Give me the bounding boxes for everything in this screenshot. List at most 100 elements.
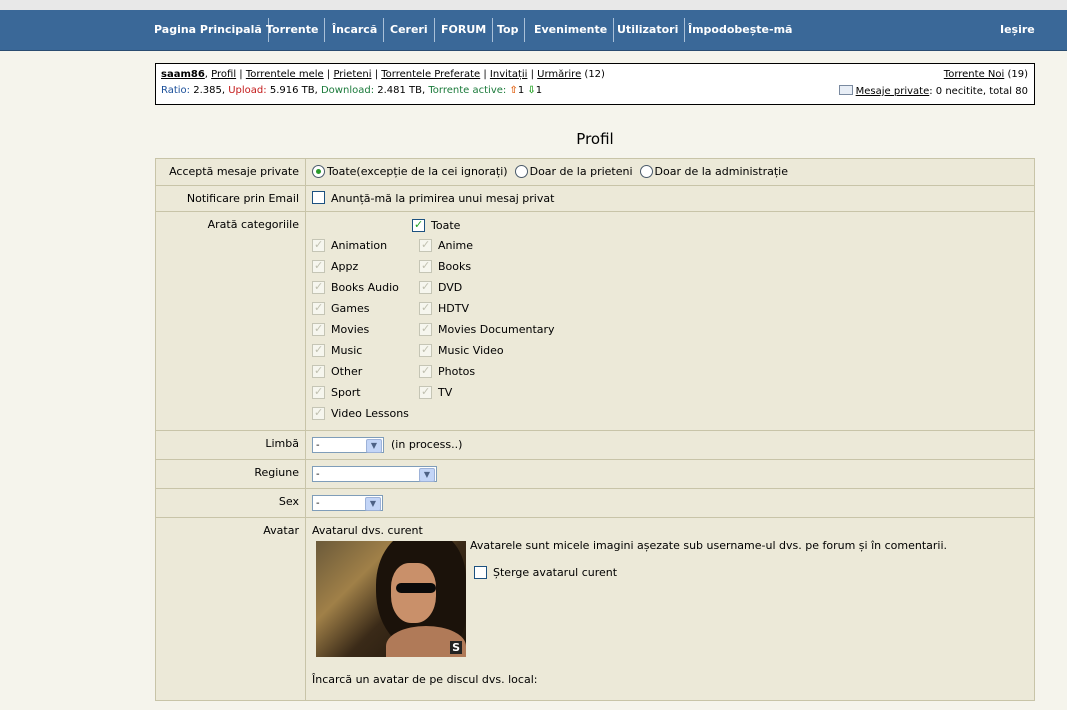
- category-label: Video Lessons: [331, 407, 409, 420]
- nav-home[interactable]: Pagina Principală: [148, 18, 269, 42]
- invites-link[interactable]: Invitații: [490, 69, 528, 80]
- category-checkbox[interactable]: [312, 321, 325, 337]
- category-label: Other: [331, 365, 363, 378]
- nav-customize[interactable]: Împodobește-mă: [682, 18, 798, 42]
- category-checkbox[interactable]: [419, 384, 432, 400]
- category-checkbox[interactable]: [419, 321, 432, 337]
- category-item: Music: [312, 342, 419, 359]
- category-label: Music Video: [438, 344, 504, 357]
- category-label: Sport: [331, 386, 361, 399]
- category-checkbox[interactable]: [312, 384, 325, 400]
- profile-link[interactable]: Profil: [211, 69, 236, 80]
- category-checkbox[interactable]: [419, 342, 432, 358]
- category-checkbox[interactable]: [312, 363, 325, 379]
- avatar-cell: Avatarul dvs. curent S Avatarele sunt mi…: [305, 517, 1035, 701]
- favorite-torrents-link[interactable]: Torrentele Preferate: [381, 69, 480, 80]
- pm-option-all: Toate(excepție de la cei ignorați): [327, 165, 508, 178]
- category-item: Movies: [312, 321, 419, 338]
- row-categories: Arată categoriile Toate Animation Anime …: [155, 211, 1035, 431]
- nav-top[interactable]: Top: [491, 18, 526, 42]
- radio-pm-friends[interactable]: [514, 164, 528, 178]
- category-checkbox[interactable]: [419, 237, 432, 253]
- my-torrents-link[interactable]: Torrentele mele: [246, 69, 324, 80]
- private-messages-link[interactable]: Mesaje private: [856, 86, 930, 97]
- avatar-current-label: Avatarul dvs. curent: [312, 524, 423, 537]
- nav-events[interactable]: Evenimente: [528, 18, 615, 42]
- avatar-info: Avatarele sunt micele imagini așezate su…: [470, 537, 947, 657]
- username-link[interactable]: saam86: [161, 69, 205, 80]
- language-label: Limbă: [155, 430, 306, 460]
- avatar-badge: S: [450, 641, 462, 654]
- private-messages: Mesaje private: 0 necitite, total 80: [838, 85, 1028, 97]
- email-notify-cell: Anunță-mă la primirea unui mesaj privat: [305, 184, 1035, 212]
- category-checkbox[interactable]: [419, 300, 432, 316]
- category-all-checkbox[interactable]: [412, 217, 425, 233]
- nav-torrents[interactable]: Torrente: [260, 18, 326, 42]
- row-private-messages: Acceptă mesaje private Toate(excepție de…: [155, 158, 1035, 186]
- nav-upload[interactable]: Încarcă: [326, 18, 385, 42]
- category-checkbox[interactable]: [312, 237, 325, 253]
- category-checkbox[interactable]: [419, 363, 432, 379]
- email-notify-checkbox[interactable]: [312, 191, 325, 204]
- language-select[interactable]: - ▼: [312, 437, 384, 453]
- upload-value: 5.916 TB: [269, 85, 315, 96]
- category-item: Animation: [312, 237, 419, 254]
- row-sex: Sex - ▼: [155, 488, 1035, 518]
- region-select-value: -: [316, 469, 320, 480]
- nav-users[interactable]: Utilizatori: [611, 18, 686, 42]
- category-checkbox[interactable]: [419, 258, 432, 274]
- category-label: Movies Documentary: [438, 323, 555, 336]
- avatar-delete: Șterge avatarul curent: [474, 565, 947, 580]
- category-item: DVD: [419, 279, 579, 296]
- avatar-row: S Avatarele sunt micele imagini așezate …: [312, 537, 1028, 657]
- category-checkbox[interactable]: [312, 300, 325, 316]
- categories-cell: Toate Animation Anime Appz Books Books A…: [305, 211, 1035, 431]
- nav-forum[interactable]: FORUM: [435, 18, 494, 42]
- radio-pm-all[interactable]: [312, 164, 325, 178]
- category-label: DVD: [438, 281, 463, 294]
- chevron-down-icon: ▼: [419, 468, 435, 482]
- download-label: Download:: [320, 85, 375, 96]
- user-info-box: saam86, Profil | Torrentele mele | Priet…: [155, 63, 1035, 105]
- user-stats-line: Ratio: 2.385, Upload: 5.916 TB, Download…: [161, 85, 543, 96]
- watch-link[interactable]: Urmărire: [537, 69, 581, 80]
- category-checkbox[interactable]: [312, 279, 325, 295]
- category-item: Appz: [312, 258, 419, 275]
- nav-requests[interactable]: Cereri: [384, 18, 435, 42]
- email-notify-label: Notificare prin Email: [155, 184, 306, 212]
- avatar-delete-checkbox[interactable]: [474, 565, 487, 579]
- nav-logout[interactable]: Ieșire: [1000, 18, 1035, 42]
- main-navbar: Pagina Principală Torrente Încarcă Cerer…: [0, 10, 1067, 51]
- avatar-label: Avatar: [155, 517, 306, 701]
- row-language: Limbă - ▼ (in process..): [155, 430, 1035, 460]
- category-label: Books: [438, 260, 472, 273]
- language-note: (in process..): [391, 438, 463, 451]
- category-all: Toate: [412, 217, 1028, 234]
- category-label: Books Audio: [331, 281, 399, 294]
- category-checkbox[interactable]: [419, 279, 432, 295]
- category-checkbox[interactable]: [312, 405, 325, 421]
- watch-count: (12): [584, 69, 605, 80]
- category-checkbox[interactable]: [312, 342, 325, 358]
- new-torrents-link[interactable]: Torrente Noi: [944, 69, 1004, 80]
- language-select-value: -: [316, 440, 320, 451]
- category-item: Games: [312, 300, 419, 317]
- categories-label: Arată categoriile: [155, 211, 306, 431]
- arrow-down-icon: ⇩: [527, 85, 536, 96]
- region-select[interactable]: - ▼: [312, 466, 437, 482]
- sex-cell: - ▼: [305, 488, 1035, 518]
- radio-pm-admins[interactable]: [639, 164, 653, 178]
- friends-link[interactable]: Prieteni: [333, 69, 371, 80]
- new-torrents: Torrente Noi (19): [944, 69, 1028, 80]
- region-cell: - ▼: [305, 459, 1035, 489]
- category-label: Anime: [438, 239, 474, 252]
- category-item: HDTV: [419, 300, 579, 317]
- profile-form: Acceptă mesaje private Toate(excepție de…: [155, 158, 1035, 701]
- active-up-count: 1: [517, 85, 525, 96]
- category-item: Video Lessons: [312, 405, 419, 422]
- active-torrents-label: Torrente active:: [428, 85, 507, 96]
- sex-select[interactable]: - ▼: [312, 495, 383, 511]
- category-checkbox[interactable]: [312, 258, 325, 274]
- ratio-label: Ratio:: [161, 85, 191, 96]
- category-item: Other: [312, 363, 419, 380]
